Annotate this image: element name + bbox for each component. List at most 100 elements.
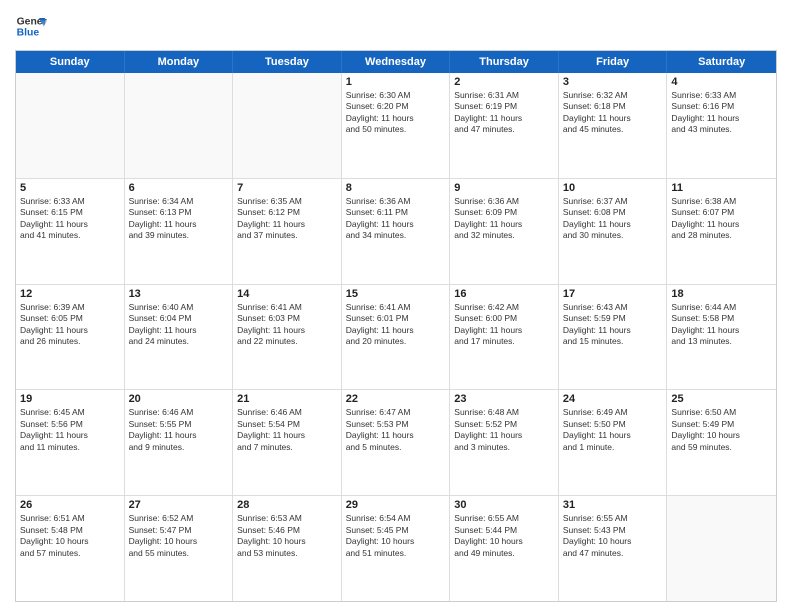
svg-text:Blue: Blue [17,28,40,39]
day-number: 23 [454,393,554,405]
day-info: Sunrise: 6:48 AM Sunset: 5:52 PM Dayligh… [454,407,554,453]
day-info: Sunrise: 6:31 AM Sunset: 6:19 PM Dayligh… [454,90,554,136]
calendar-empty-cell [233,73,342,178]
header: General Blue [15,10,777,42]
day-number: 17 [563,288,663,300]
weekday-header: Wednesday [342,51,451,73]
calendar-day-1: 1Sunrise: 6:30 AM Sunset: 6:20 PM Daylig… [342,73,451,178]
calendar-day-30: 30 Sunrise: 6:55 AM Sunset: 5:44 PM Dayli… [450,496,559,601]
calendar-day-20: 20 Sunrise: 6:46 AM Sunset: 5:55 PM Dayli… [125,390,234,495]
day-number: 6 [129,182,229,194]
day-info: Sunrise: 6:47 AM Sunset: 5:53 PM Dayligh… [346,407,446,453]
calendar-day-27: 27Sunrise: 6:52 AM Sunset: 5:47 PM Dayli… [125,496,234,601]
calendar-day-16: 16 Sunrise: 6:42 AM Sunset: 6:00 PM Dayli… [450,285,559,390]
calendar-day-13: 13 Sunrise: 6:40 AM Sunset: 6:04 PM Dayli… [125,285,234,390]
calendar-day-8: 8 Sunrise: 6:36 AM Sunset: 6:11 PM Daylig… [342,179,451,284]
day-info: Sunrise: 6:49 AM Sunset: 5:50 PM Dayligh… [563,407,663,453]
calendar-day-28: 28Sunrise: 6:53 AM Sunset: 5:46 PM Dayli… [233,496,342,601]
calendar-day-31: 31 Sunrise: 6:55 AM Sunset: 5:43 PM Dayli… [559,496,668,601]
day-number: 16 [454,288,554,300]
day-number: 1 [346,76,446,88]
weekday-header: Tuesday [233,51,342,73]
day-info: Sunrise: 6:34 AM Sunset: 6:13 PM Dayligh… [129,196,229,242]
day-number: 29 [346,499,446,511]
calendar-day-7: 7 Sunrise: 6:35 AM Sunset: 6:12 PM Daylig… [233,179,342,284]
calendar: SundayMondayTuesdayWednesdayThursdayFrid… [15,50,777,602]
calendar-header: SundayMondayTuesdayWednesdayThursdayFrid… [16,51,776,73]
day-info: Sunrise: 6:39 AM Sunset: 6:05 PM Dayligh… [20,302,120,348]
day-info: Sunrise: 6:55 AM Sunset: 5:44 PM Dayligh… [454,513,554,559]
calendar-day-24: 24 Sunrise: 6:49 AM Sunset: 5:50 PM Dayli… [559,390,668,495]
day-info: Sunrise: 6:52 AM Sunset: 5:47 PM Dayligh… [129,513,229,559]
logo: General Blue [15,10,47,42]
day-number: 13 [129,288,229,300]
weekday-header: Thursday [450,51,559,73]
day-number: 28 [237,499,337,511]
calendar-row: 1Sunrise: 6:30 AM Sunset: 6:20 PM Daylig… [16,73,776,179]
day-number: 22 [346,393,446,405]
weekday-header: Friday [559,51,668,73]
calendar-day-29: 29Sunrise: 6:54 AM Sunset: 5:45 PM Dayli… [342,496,451,601]
day-number: 31 [563,499,663,511]
calendar-day-25: 25Sunrise: 6:50 AM Sunset: 5:49 PM Dayli… [667,390,776,495]
day-number: 10 [563,182,663,194]
calendar-day-11: 11 Sunrise: 6:38 AM Sunset: 6:07 PM Dayli… [667,179,776,284]
day-number: 20 [129,393,229,405]
calendar-day-22: 22 Sunrise: 6:47 AM Sunset: 5:53 PM Dayli… [342,390,451,495]
day-number: 7 [237,182,337,194]
day-number: 8 [346,182,446,194]
day-info: Sunrise: 6:36 AM Sunset: 6:11 PM Dayligh… [346,196,446,242]
day-info: Sunrise: 6:33 AM Sunset: 6:16 PM Dayligh… [671,90,772,136]
day-number: 25 [671,393,772,405]
day-info: Sunrise: 6:44 AM Sunset: 5:58 PM Dayligh… [671,302,772,348]
day-info: Sunrise: 6:43 AM Sunset: 5:59 PM Dayligh… [563,302,663,348]
weekday-header: Saturday [667,51,776,73]
day-info: Sunrise: 6:46 AM Sunset: 5:54 PM Dayligh… [237,407,337,453]
calendar-row: 26 Sunrise: 6:51 AM Sunset: 5:48 PM Dayli… [16,496,776,601]
day-number: 26 [20,499,120,511]
day-number: 11 [671,182,772,194]
day-number: 30 [454,499,554,511]
day-info: Sunrise: 6:55 AM Sunset: 5:43 PM Dayligh… [563,513,663,559]
calendar-empty-cell [125,73,234,178]
calendar-empty-cell [667,496,776,601]
calendar-row: 12Sunrise: 6:39 AM Sunset: 6:05 PM Dayli… [16,285,776,391]
calendar-day-21: 21 Sunrise: 6:46 AM Sunset: 5:54 PM Dayli… [233,390,342,495]
calendar-day-5: 5 Sunrise: 6:33 AM Sunset: 6:15 PM Daylig… [16,179,125,284]
calendar-day-12: 12Sunrise: 6:39 AM Sunset: 6:05 PM Dayli… [16,285,125,390]
day-info: Sunrise: 6:37 AM Sunset: 6:08 PM Dayligh… [563,196,663,242]
calendar-row: 5 Sunrise: 6:33 AM Sunset: 6:15 PM Daylig… [16,179,776,285]
day-info: Sunrise: 6:32 AM Sunset: 6:18 PM Dayligh… [563,90,663,136]
calendar-day-23: 23 Sunrise: 6:48 AM Sunset: 5:52 PM Dayli… [450,390,559,495]
calendar-day-6: 6 Sunrise: 6:34 AM Sunset: 6:13 PM Daylig… [125,179,234,284]
day-info: Sunrise: 6:35 AM Sunset: 6:12 PM Dayligh… [237,196,337,242]
day-number: 3 [563,76,663,88]
calendar-day-10: 10 Sunrise: 6:37 AM Sunset: 6:08 PM Dayli… [559,179,668,284]
day-number: 24 [563,393,663,405]
day-info: Sunrise: 6:46 AM Sunset: 5:55 PM Dayligh… [129,407,229,453]
calendar-empty-cell [16,73,125,178]
day-info: Sunrise: 6:36 AM Sunset: 6:09 PM Dayligh… [454,196,554,242]
calendar-day-18: 18 Sunrise: 6:44 AM Sunset: 5:58 PM Dayli… [667,285,776,390]
day-info: Sunrise: 6:38 AM Sunset: 6:07 PM Dayligh… [671,196,772,242]
day-number: 5 [20,182,120,194]
day-number: 18 [671,288,772,300]
day-info: Sunrise: 6:51 AM Sunset: 5:48 PM Dayligh… [20,513,120,559]
day-number: 4 [671,76,772,88]
calendar-day-4: 4 Sunrise: 6:33 AM Sunset: 6:16 PM Daylig… [667,73,776,178]
weekday-header: Sunday [16,51,125,73]
day-info: Sunrise: 6:33 AM Sunset: 6:15 PM Dayligh… [20,196,120,242]
day-number: 21 [237,393,337,405]
day-info: Sunrise: 6:41 AM Sunset: 6:03 PM Dayligh… [237,302,337,348]
page: General Blue SundayMondayTuesdayWednesda… [0,0,792,612]
calendar-day-14: 14Sunrise: 6:41 AM Sunset: 6:03 PM Dayli… [233,285,342,390]
day-number: 9 [454,182,554,194]
day-info: Sunrise: 6:40 AM Sunset: 6:04 PM Dayligh… [129,302,229,348]
calendar-day-9: 9 Sunrise: 6:36 AM Sunset: 6:09 PM Daylig… [450,179,559,284]
calendar-day-19: 19Sunrise: 6:45 AM Sunset: 5:56 PM Dayli… [16,390,125,495]
calendar-day-15: 15Sunrise: 6:41 AM Sunset: 6:01 PM Dayli… [342,285,451,390]
calendar-day-17: 17 Sunrise: 6:43 AM Sunset: 5:59 PM Dayli… [559,285,668,390]
day-info: Sunrise: 6:42 AM Sunset: 6:00 PM Dayligh… [454,302,554,348]
calendar-day-3: 3 Sunrise: 6:32 AM Sunset: 6:18 PM Daylig… [559,73,668,178]
day-info: Sunrise: 6:45 AM Sunset: 5:56 PM Dayligh… [20,407,120,453]
